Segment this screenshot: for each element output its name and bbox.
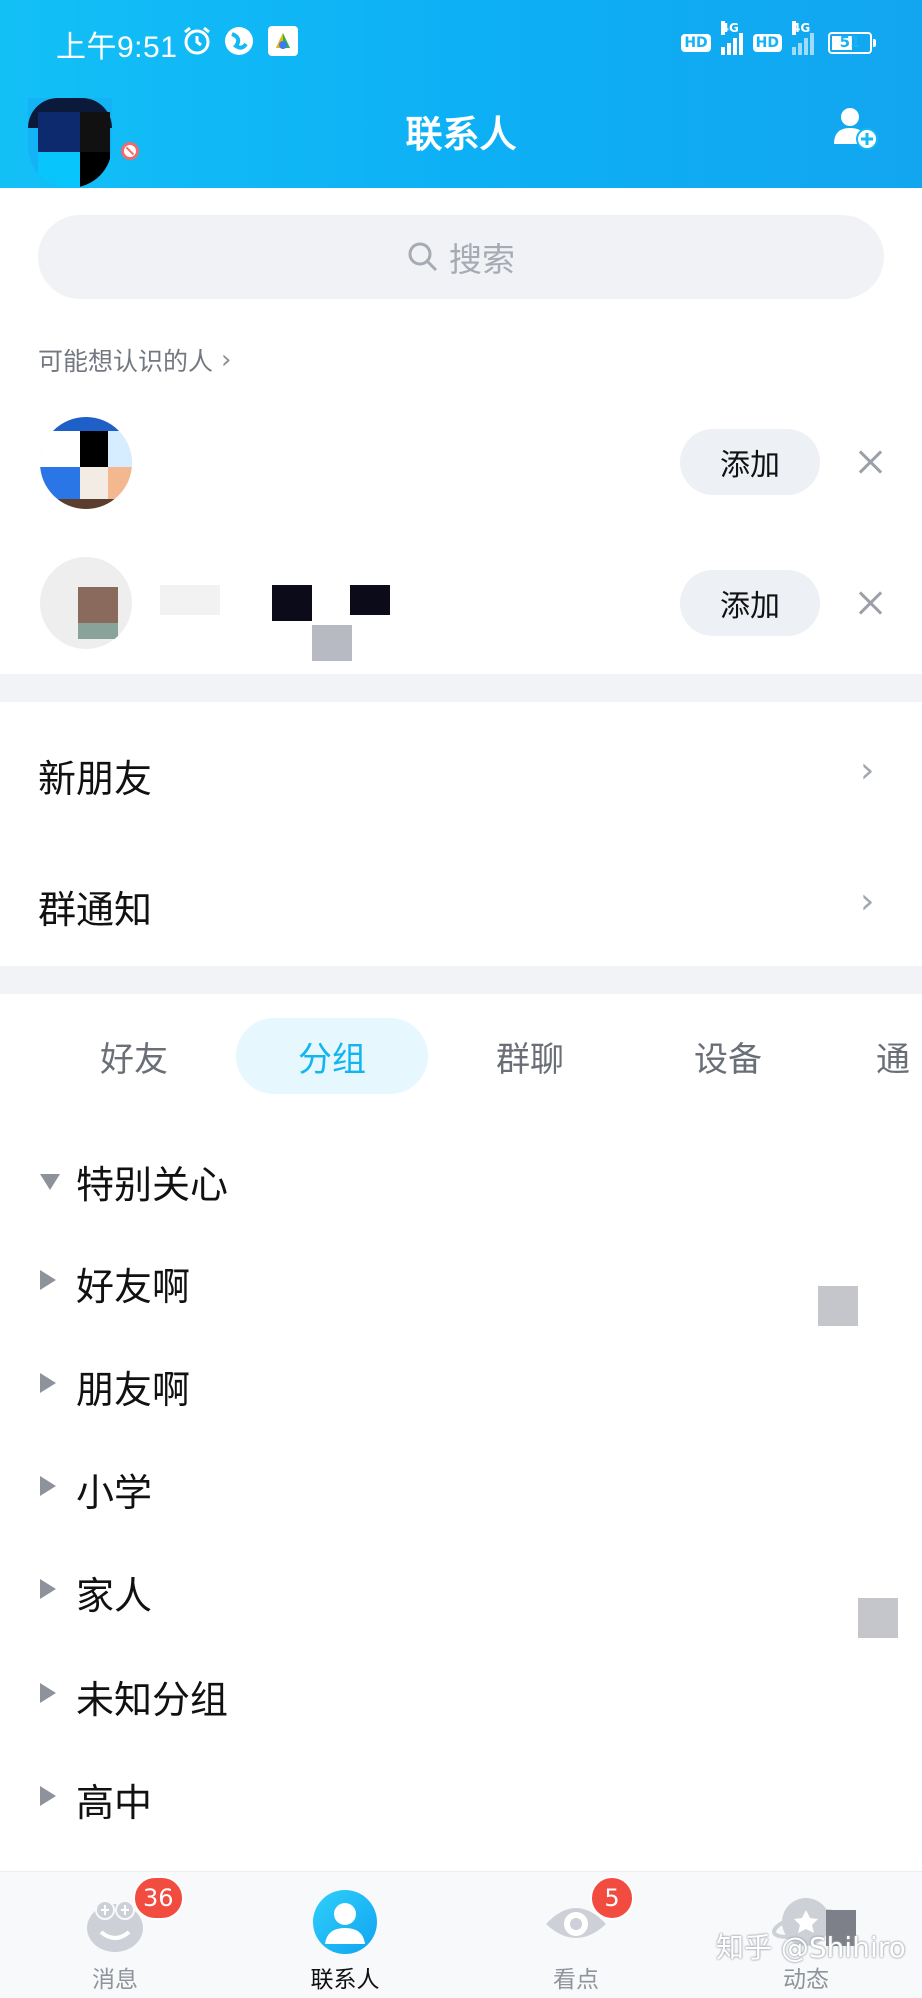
unread-badge: 5 xyxy=(590,1876,634,1920)
group-label: 特别关心 xyxy=(76,1163,229,1207)
nav-label: 消息 xyxy=(92,1967,138,1993)
page-title: 联系人 xyxy=(405,113,517,156)
menu-group-notice[interactable]: 群通知 › xyxy=(0,835,922,965)
hd-badge-2: HD xyxy=(752,34,782,52)
group-row[interactable]: 家人 xyxy=(0,1549,922,1629)
caret-right-icon xyxy=(40,1579,56,1599)
hd-badge: HD xyxy=(681,34,711,52)
redaction-block xyxy=(858,1598,898,1638)
alarm-icon xyxy=(184,26,210,55)
chevron-right-icon: › xyxy=(221,345,232,375)
battery-level: 51 xyxy=(839,33,861,51)
app-notification-icon xyxy=(225,27,253,55)
redaction-block xyxy=(818,1286,858,1326)
suggestion-row[interactable]: 添加 xyxy=(0,405,922,525)
group-row-special-care[interactable]: 特别关心 xyxy=(0,1138,922,1218)
suggestions-header[interactable]: 可能想认识的人 › xyxy=(38,342,231,378)
unread-badge: 36 xyxy=(133,1876,184,1920)
add-button[interactable]: 添加 xyxy=(680,429,820,495)
network-type: 4G xyxy=(720,21,739,35)
nav-messages[interactable]: 36 消息 xyxy=(25,1872,205,1998)
status-bar: 上午9:51 HD 4G HD 4G 51 xyxy=(0,0,922,80)
tab-contacts-book[interactable]: 通 xyxy=(876,1018,922,1094)
watermark: 知乎 @Shihiro xyxy=(716,1931,906,1964)
suggestion-avatar xyxy=(40,417,132,509)
suggestion-avatar xyxy=(40,557,132,649)
signal-icon: 4G xyxy=(720,21,743,55)
close-icon[interactable] xyxy=(855,588,885,618)
search-icon xyxy=(408,242,438,272)
caret-right-icon xyxy=(40,1683,56,1703)
menu-new-friends[interactable]: 新朋友 › xyxy=(0,704,922,834)
name-redaction xyxy=(350,585,390,615)
tab-devices[interactable]: 设备 xyxy=(654,1018,802,1094)
name-redaction xyxy=(160,585,220,615)
name-redaction xyxy=(272,585,312,621)
suggestions-title: 可能想认识的人 xyxy=(38,347,214,376)
status-right: HD 4G HD 4G 51 xyxy=(681,21,876,60)
search-input[interactable]: 搜索 xyxy=(38,215,884,299)
header-bar: 上午9:51 HD 4G HD 4G 51 联系人 xyxy=(0,0,922,188)
battery-icon: 51 xyxy=(828,32,876,54)
chevron-right-icon: › xyxy=(860,750,875,791)
group-label: 高中 xyxy=(76,1781,153,1825)
contacts-person-icon xyxy=(313,1890,377,1954)
search-placeholder: 搜索 xyxy=(449,240,515,279)
group-row[interactable]: 小学 xyxy=(0,1446,922,1526)
nav-discover[interactable]: 5 看点 xyxy=(486,1872,666,1998)
add-friend-icon[interactable] xyxy=(832,104,878,150)
menu-label: 群通知 xyxy=(38,888,153,932)
group-label: 朋友啊 xyxy=(76,1368,191,1412)
group-label: 未知分组 xyxy=(76,1678,229,1722)
nav-label: 看点 xyxy=(553,1967,599,1993)
nav-label: 联系人 xyxy=(310,1967,380,1993)
tab-group-chats[interactable]: 群聊 xyxy=(456,1018,604,1094)
contact-tabs: 好友 分组 群聊 设备 通 xyxy=(0,1018,922,1104)
network-type-2: 4G xyxy=(792,21,811,35)
signal-icon-2: 4G xyxy=(792,21,814,55)
menu-label: 新朋友 xyxy=(38,757,153,801)
caret-right-icon xyxy=(40,1373,56,1393)
close-icon[interactable] xyxy=(855,447,885,477)
tab-groups[interactable]: 分组 xyxy=(236,1018,428,1094)
section-divider xyxy=(0,674,922,702)
group-label: 小学 xyxy=(76,1471,153,1515)
caret-down-icon xyxy=(40,1174,60,1190)
group-row[interactable]: 高中 xyxy=(0,1756,922,1836)
suggestion-row[interactable]: 添加 xyxy=(0,545,922,665)
chevron-right-icon: › xyxy=(860,881,875,922)
tab-friends[interactable]: 好友 xyxy=(60,1018,208,1094)
group-label: 家人 xyxy=(76,1574,153,1618)
nav-contacts[interactable]: 联系人 xyxy=(255,1872,435,1998)
status-time: 上午9:51 xyxy=(56,31,178,64)
caret-right-icon xyxy=(40,1786,56,1806)
section-divider xyxy=(0,966,922,994)
group-row[interactable]: 未知分组 xyxy=(0,1653,922,1733)
group-row[interactable]: 朋友啊 xyxy=(0,1343,922,1423)
caret-right-icon xyxy=(40,1270,56,1290)
name-redaction xyxy=(312,625,352,661)
app-store-icon xyxy=(268,26,298,56)
caret-right-icon xyxy=(40,1476,56,1496)
add-button[interactable]: 添加 xyxy=(680,570,820,636)
group-label: 好友啊 xyxy=(76,1265,191,1309)
group-row[interactable]: 好友啊 xyxy=(0,1240,922,1320)
